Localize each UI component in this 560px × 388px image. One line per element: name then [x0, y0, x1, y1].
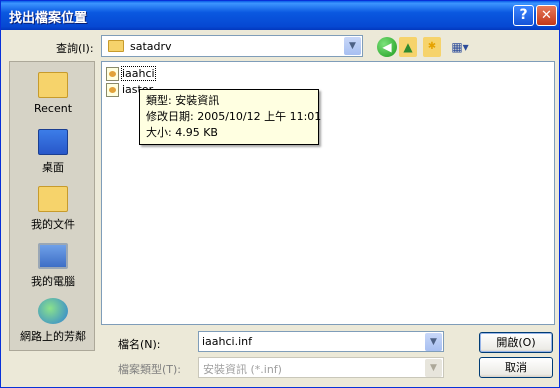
title-bar[interactable]: 找出檔案位置 ? ✕ — [1, 1, 559, 30]
place-label: 網路上的芳鄰 — [20, 330, 86, 343]
setup-info-file-icon — [106, 83, 119, 97]
my-documents-icon — [38, 186, 68, 212]
chevron-down-icon[interactable]: ▼ — [344, 37, 361, 55]
close-icon: ✕ — [541, 8, 552, 23]
filename-field[interactable] — [202, 335, 422, 348]
help-icon: ? — [519, 7, 528, 23]
file-info-tooltip: 類型: 安裝資訊 修改日期: 2005/10/12 上午 11:01 大小: 4… — [139, 89, 322, 145]
close-button[interactable]: ✕ — [536, 5, 557, 26]
tooltip-type: 類型: 安裝資訊 — [146, 94, 220, 107]
folder-icon — [108, 40, 124, 52]
file-name: iaahci — [121, 66, 156, 81]
place-recent[interactable]: Recent — [10, 72, 96, 115]
setup-info-file-icon — [106, 67, 119, 81]
chevron-down-icon: ▼ — [425, 359, 442, 377]
look-in-label: 查詢(I): — [56, 42, 94, 55]
views-menu-icon[interactable]: ▦▾ — [448, 37, 472, 57]
filename-label: 檔名(N): — [118, 338, 161, 351]
filename-combo[interactable]: ▼ — [198, 331, 444, 352]
recent-icon — [38, 72, 68, 98]
tooltip-modified: 修改日期: 2005/10/12 上午 11:01 — [146, 110, 322, 123]
my-computer-icon — [38, 243, 68, 269]
new-folder-icon[interactable]: ✱ — [423, 37, 441, 57]
filetype-dropdown: 安裝資訊 (*.inf) ▼ — [198, 357, 444, 378]
cancel-button[interactable]: 取消 — [479, 357, 553, 378]
look-in-dropdown[interactable]: satadrv ▼ — [101, 35, 363, 57]
back-icon[interactable]: ◀ — [377, 37, 397, 57]
network-places-icon — [38, 298, 68, 324]
place-desktop[interactable]: 桌面 — [10, 129, 96, 175]
up-folder-icon[interactable]: ▲ — [399, 37, 417, 57]
place-network[interactable]: 網路上的芳鄰 — [10, 298, 96, 344]
place-my-documents[interactable]: 我的文件 — [10, 186, 96, 232]
place-label: 桌面 — [42, 161, 64, 174]
place-label: Recent — [33, 102, 73, 115]
place-label: 我的文件 — [31, 218, 75, 231]
look-in-value: satadrv — [130, 40, 172, 53]
filetype-value: 安裝資訊 (*.inf) — [203, 363, 282, 376]
tooltip-size: 大小: 4.95 KB — [146, 126, 218, 139]
find-file-dialog: 找出檔案位置 ? ✕ 查詢(I): satadrv ▼ ◀ ▲ ✱ ▦▾ Rec… — [0, 0, 560, 388]
help-button[interactable]: ? — [513, 5, 534, 26]
desktop-icon — [38, 129, 68, 155]
open-button[interactable]: 開啟(O) — [479, 332, 553, 353]
window-title: 找出檔案位置 — [9, 11, 88, 26]
filetype-label: 檔案類型(T): — [118, 363, 182, 376]
place-label: 我的電腦 — [31, 275, 75, 288]
place-my-computer[interactable]: 我的電腦 — [10, 243, 96, 289]
places-bar: Recent 桌面 我的文件 我的電腦 網路上的芳鄰 — [9, 61, 95, 351]
chevron-down-icon[interactable]: ▼ — [425, 333, 442, 351]
